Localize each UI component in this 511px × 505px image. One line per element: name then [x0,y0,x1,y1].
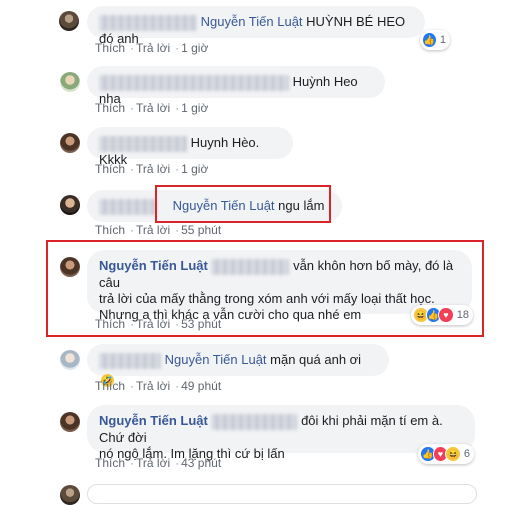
redacted-name [211,413,298,430]
separator: · [175,456,180,470]
reaction-count[interactable]: 👍 1 [420,30,450,50]
reply-link[interactable]: Trả lời [136,317,170,331]
haha-reaction-icon: 😆 [445,446,461,462]
avatar[interactable] [60,485,80,505]
avatar[interactable] [60,72,80,92]
comment-actions: Thích · Trả lời · 1 giờ [95,101,210,115]
avatar[interactable] [60,195,80,215]
redacted-name [99,198,157,215]
timestamp[interactable]: 49 phút [181,379,221,393]
reaction-number: 6 [463,448,470,460]
separator: · [130,41,135,55]
separator: · [130,162,135,176]
timestamp[interactable]: 1 giờ [181,101,208,115]
like-link[interactable]: Thích [95,456,125,470]
comment-bubble: Nguyễn Tiến Luật vẫn khôn hơn bố mày, đó… [87,250,472,322]
separator: · [130,223,135,237]
timestamp[interactable]: 1 giờ [181,162,208,176]
reaction-count[interactable]: 😆 👍 ♥ 18 [411,305,473,325]
mention-link[interactable]: Nguyễn Tiến Luật [201,14,303,29]
redacted-name [99,74,289,91]
avatar[interactable] [59,11,79,31]
comment-actions: Thích · Trả lời · 55 phút [95,223,223,237]
commenter-name[interactable]: Nguyễn Tiến Luật [99,413,208,428]
comment-actions: Thích · Trả lời · 1 giờ [95,162,210,176]
comment-text: mặn quá anh ơi [270,352,362,367]
redacted-name [99,352,161,369]
comment-bubble: Huỳnh Heo nha [87,66,385,106]
highlight-box [155,185,331,223]
reply-link[interactable]: Trả lời [136,456,170,470]
timestamp[interactable]: 1 giờ [181,41,208,55]
comment-actions: Thích · Trả lời · 1 giờ [95,41,210,55]
reply-link[interactable]: Trả lời [136,41,170,55]
commenter-name[interactable]: Nguyễn Tiến Luật [99,258,208,273]
reply-link[interactable]: Trả lời [136,223,170,237]
redacted-name [99,135,187,152]
separator: · [175,223,180,237]
like-reaction-icon: 👍 [422,32,437,48]
comment-text-line: trả lời của mấy thằng trong xóm anh với … [99,290,435,306]
comment-actions: Thích · Trả lời · 49 phút [95,379,223,393]
comment-bubble: Huynh Hèo. Kkkk [87,127,293,167]
reply-link[interactable]: Trả lời [136,101,170,115]
like-link[interactable]: Thích [95,317,125,331]
separator: · [130,101,135,115]
reply-link[interactable]: Trả lời [136,162,170,176]
reaction-count[interactable]: 👍 ♥ 😆 6 [418,444,474,464]
love-reaction-icon: ♥ [438,307,454,323]
separator: · [175,379,180,393]
reply-input[interactable] [87,484,477,504]
reaction-number: 1 [439,34,446,46]
like-link[interactable]: Thích [95,101,125,115]
avatar[interactable] [60,257,80,277]
timestamp[interactable]: 53 phút [181,317,221,331]
comment-actions: Thích · Trả lời · 43 phút [95,456,223,470]
avatar[interactable] [60,133,80,153]
mention-link[interactable]: Nguyễn Tiến Luật [165,352,267,367]
comment-bubble: Nguyễn Tiến Luật HUỲNH BÉ HEO đó anh [87,6,425,46]
reply-link[interactable]: Trả lời [136,379,170,393]
separator: · [175,101,180,115]
separator: · [175,317,180,331]
comment-bubble: Nguyễn Tiến Luật mặn quá anh ơi 🤣 [87,344,389,387]
separator: · [175,162,180,176]
reaction-number: 18 [456,309,469,321]
comment-actions: Thích · Trả lời · 53 phút [95,317,223,331]
avatar[interactable] [60,412,80,432]
timestamp[interactable]: 55 phút [181,223,221,237]
separator: · [175,41,180,55]
like-link[interactable]: Thích [95,41,125,55]
like-link[interactable]: Thích [95,223,125,237]
like-link[interactable]: Thích [95,379,125,393]
separator: · [130,456,135,470]
redacted-name [99,14,197,31]
timestamp[interactable]: 43 phút [181,456,221,470]
redacted-name [211,258,290,275]
separator: · [130,317,135,331]
separator: · [130,379,135,393]
like-link[interactable]: Thích [95,162,125,176]
comment-bubble: Nguyễn Tiến Luật đôi khi phải mặn tí em … [87,405,475,461]
avatar[interactable] [60,350,80,370]
